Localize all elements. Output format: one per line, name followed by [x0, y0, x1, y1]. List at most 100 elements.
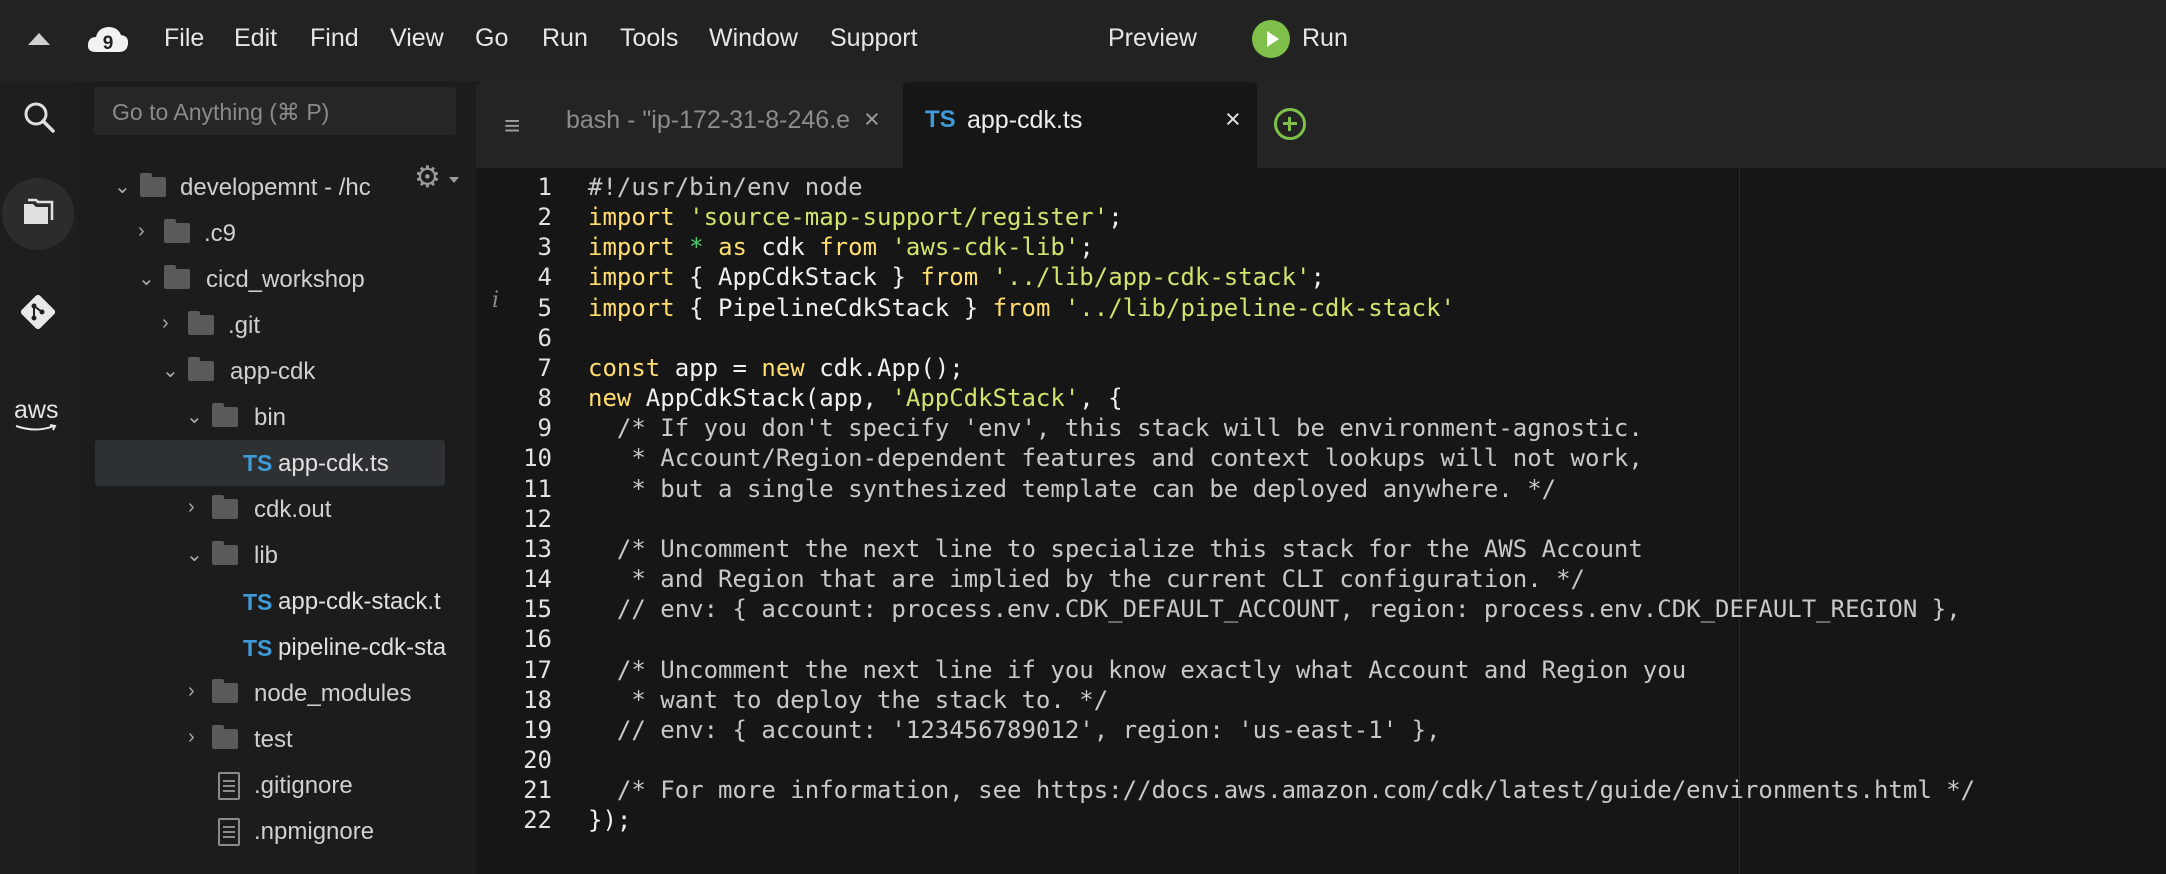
close-icon[interactable]: ×: [1225, 104, 1241, 135]
chevron-down-icon[interactable]: ⌄: [138, 266, 155, 291]
tree-file-app-cdk-ts[interactable]: TS app-cdk.ts: [78, 440, 476, 486]
code-token: /* For more information, see https://doc…: [588, 776, 1976, 805]
close-icon[interactable]: ×: [864, 104, 880, 135]
tree-file-gitignore[interactable]: .gitignore: [78, 772, 476, 812]
add-tab-icon[interactable]: [1274, 108, 1306, 140]
chevron-right-icon[interactable]: ›: [138, 220, 145, 243]
code-token: 'aws-cdk-lib': [891, 233, 1080, 262]
hamburger-menu-icon[interactable]: ≡: [504, 110, 520, 142]
code-line: import { PipelineCdkStack } from '../lib…: [588, 294, 1455, 322]
chevron-right-icon[interactable]: ›: [188, 680, 195, 703]
code-token: * but a single synthesized template can …: [588, 474, 1557, 503]
code-token: AppCdkStack(app,: [645, 384, 892, 413]
files-icon[interactable]: [22, 198, 54, 228]
folder-icon: [212, 495, 238, 519]
code-token: // env: { account: process.env.CDK_DEFAU…: [588, 595, 1961, 624]
tab-label: bash - "ip-172-31-8-246.e: [566, 106, 851, 134]
play-icon[interactable]: [1252, 20, 1290, 58]
tree-folder-app-cdk[interactable]: ⌄ app-cdk: [78, 357, 476, 398]
chevron-down-icon[interactable]: ⌄: [162, 358, 179, 383]
git-icon[interactable]: [19, 293, 57, 331]
code-line: * want to deploy the stack to. */: [588, 686, 1108, 714]
code-token: import: [588, 263, 690, 292]
tree-file-app-cdk-stack[interactable]: TS app-cdk-stack.t: [78, 588, 476, 628]
code-token: const: [588, 353, 675, 382]
menu-view[interactable]: View: [390, 24, 444, 53]
tree-folder-developemnt[interactable]: ⌄ developemnt - /hc: [78, 173, 476, 214]
code-line: /* For more information, see https://doc…: [588, 776, 1975, 804]
code-token: new: [761, 353, 820, 382]
line-number: 13: [523, 534, 552, 563]
code-token: ;: [1108, 203, 1123, 232]
menu-find[interactable]: Find: [310, 24, 359, 53]
activity-rail: aws: [0, 82, 78, 874]
tree-item-label: cdk.out: [254, 496, 332, 523]
tree-folder-cdk-out[interactable]: › cdk.out: [78, 495, 476, 536]
tree-folder-lib[interactable]: ⌄ lib: [78, 541, 476, 582]
tree-item-label: .npmignore: [254, 818, 375, 845]
code-token: cdk.App();: [819, 353, 964, 382]
code-line: import { AppCdkStack } from '../lib/app-…: [588, 263, 1325, 291]
tab-app-cdk-ts[interactable]: TS app-cdk.ts ×: [903, 82, 1257, 168]
aws-label: aws: [14, 396, 59, 424]
info-icon[interactable]: i: [492, 288, 499, 313]
menu-go[interactable]: Go: [475, 24, 508, 53]
chevron-down-icon[interactable]: ⌄: [186, 542, 203, 567]
preview-button[interactable]: Preview: [1108, 24, 1197, 53]
cloud9-logo-icon[interactable]: 9: [86, 22, 130, 58]
code-token: import: [588, 203, 690, 232]
menu-edit[interactable]: Edit: [234, 24, 277, 53]
chevron-down-icon[interactable]: ⌄: [186, 404, 203, 429]
typescript-file-icon: TS: [925, 106, 956, 133]
code-token: });: [588, 806, 632, 835]
chevron-right-icon[interactable]: ›: [162, 312, 169, 335]
folder-icon: [164, 265, 190, 289]
line-number: 5: [537, 293, 552, 322]
tree-folder-node-modules[interactable]: › node_modules: [78, 679, 476, 720]
aws-icon[interactable]: aws: [14, 396, 59, 431]
code-token: { AppCdkStack }: [689, 263, 921, 292]
run-button[interactable]: Run: [1302, 24, 1348, 53]
line-number: 3: [537, 233, 552, 262]
code-token: ;: [1310, 263, 1325, 292]
code-token: from: [992, 293, 1065, 322]
code-token: * want to deploy the stack to. */: [588, 685, 1109, 714]
code-token: ;: [1079, 233, 1094, 262]
menu-run[interactable]: Run: [542, 24, 588, 53]
line-number: 10: [523, 444, 552, 473]
tree-file-npmignore[interactable]: .npmignore: [78, 818, 476, 858]
tree-folder-bin[interactable]: ⌄ bin: [78, 403, 476, 444]
code-token: #!/usr/bin/env node: [588, 173, 863, 201]
menu-tools[interactable]: Tools: [620, 24, 678, 53]
tree-folder-c9[interactable]: › .c9: [78, 219, 476, 260]
menu-window[interactable]: Window: [709, 24, 798, 53]
menu-bar: 9 File Edit Find View Go Run Tools Windo…: [0, 0, 2166, 82]
tree-folder-test[interactable]: › test: [78, 725, 476, 766]
search-icon[interactable]: [22, 100, 56, 134]
code-line: * Account/Region-dependent features and …: [588, 444, 1642, 472]
chevron-right-icon[interactable]: ›: [188, 726, 195, 749]
code-line: });: [588, 806, 631, 834]
code-token: import: [588, 293, 690, 322]
typescript-file-icon: TS: [243, 450, 273, 476]
chevron-right-icon[interactable]: ›: [188, 496, 195, 519]
code-token: import: [588, 233, 690, 262]
tree-folder-git[interactable]: › .git: [78, 311, 476, 352]
code-token: from: [819, 233, 892, 262]
svg-text:9: 9: [103, 33, 114, 54]
tree-item-label: .c9: [204, 220, 237, 247]
menu-support[interactable]: Support: [830, 24, 918, 53]
chevron-down-icon[interactable]: ⌄: [114, 174, 131, 199]
folder-icon: [212, 403, 238, 427]
go-to-anything-input[interactable]: Go to Anything (⌘ P): [94, 87, 456, 135]
tree-item-label: .gitignore: [254, 772, 353, 799]
code-token: * and Region that are implied by the cur…: [588, 565, 1585, 594]
collapse-caret-icon[interactable]: [28, 33, 50, 45]
code-line: const app = new cdk.App();: [588, 354, 964, 382]
folder-icon: [188, 357, 214, 381]
line-number: 1: [537, 173, 552, 201]
tree-folder-cicd-workshop[interactable]: ⌄ cicd_workshop: [78, 265, 476, 306]
code-line: /* Uncomment the next line to specialize…: [588, 535, 1643, 563]
tree-file-pipeline-cdk-stack[interactable]: TS pipeline-cdk-sta: [78, 634, 476, 674]
menu-file[interactable]: File: [164, 24, 204, 53]
